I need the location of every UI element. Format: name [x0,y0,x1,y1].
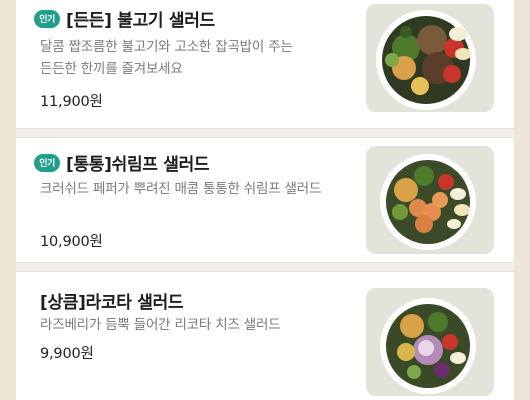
menu-item-title-row: [상큼]라코타 샐러드 [40,288,184,313]
menu-item-name: [상큼]라코타 샐러드 [40,293,184,313]
popular-badge: 인기 [34,153,60,172]
menu-item-ricotta-salad[interactable]: [상큼]라코타 샐러드 라즈베리가 듬뿍 들어간 리코타 치즈 샐러드 9,90… [16,272,514,400]
menu-item-shrimp-salad[interactable]: 인기 [통통]쉬림프 샐러드 크러쉬드 페퍼가 뿌려진 매콤 통통한 쉬림프 샐… [16,138,514,262]
menu-item-price: 10,900원 [40,234,103,250]
salad-bowl-illustration [366,4,494,112]
shrimp-salad-image[interactable] [366,146,494,254]
menu-item-title-row: 인기 [통통]쉬림프 샐러드 [34,150,210,175]
menu-item-description: 달콤 짭조름한 불고기와 고소한 잡곡밥이 주는 든든한 한끼를 즐겨보세요 [40,39,293,77]
menu-item-name: [든든] 불고기 샐러드 [66,11,215,31]
divider-line-top [16,262,514,263]
menu-divider [16,128,514,138]
menu-item-price: 9,900원 [40,346,94,362]
ricotta-salad-image[interactable] [366,288,494,396]
menu-divider [16,262,514,272]
menu-item-price: 11,900원 [40,94,103,110]
menu-item-description: 라즈베리가 듬뿍 들어간 리코타 치즈 샐러드 [40,317,281,333]
menu-item-bulgogi-salad[interactable]: 인기 [든든] 불고기 샐러드 달콤 짭조름한 불고기와 고소한 잡곡밥이 주는… [16,0,514,128]
menu-item-description: 크러쉬드 페퍼가 뿌려진 매콤 통통한 쉬림프 샐러드 [40,181,322,197]
salad-bowl-illustration [366,146,494,254]
menu-item-title-row: 인기 [든든] 불고기 샐러드 [34,6,215,31]
popular-badge: 인기 [34,9,60,28]
app-frame: 인기 [든든] 불고기 샐러드 달콤 짭조름한 불고기와 고소한 잡곡밥이 주는… [0,0,530,400]
divider-line-top [16,128,514,129]
menu-item-name: [통통]쉬림프 샐러드 [66,155,210,175]
salad-bowl-illustration [366,288,494,396]
bulgogi-salad-image[interactable] [366,4,494,112]
